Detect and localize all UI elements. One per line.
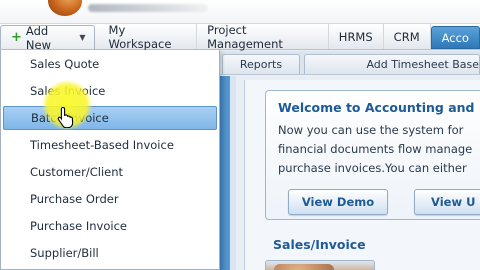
nav-item-my-workspace[interactable]: My Workspace xyxy=(95,23,198,51)
add-new-button[interactable]: + Add New ▼ xyxy=(0,23,95,52)
logo-text xyxy=(88,4,208,12)
nav-item-project-management[interactable]: Project Management xyxy=(197,23,329,51)
thumbnail-image xyxy=(274,264,334,270)
menu-item-sales-quote[interactable]: Sales Quote xyxy=(3,52,217,76)
chevron-down-icon: ▼ xyxy=(79,33,86,42)
menu-item-batch-invoice[interactable]: Batch Invoice xyxy=(3,106,217,130)
menu-item-customer-client[interactable]: Customer/Client xyxy=(3,160,217,184)
add-new-dropdown-menu: Sales Quote Sales Invoice Batch Invoice … xyxy=(0,50,220,270)
main-nav-bar: + Add New ▼ My Workspace Project Managem… xyxy=(0,23,480,52)
section-title-sales-invoice: Sales/Invoice xyxy=(273,237,366,252)
welcome-line: purchase invoices.You can either xyxy=(278,161,467,175)
welcome-line: Now you can use the system for xyxy=(278,123,464,137)
menu-item-supplier-bill[interactable]: Supplier/Bill xyxy=(3,241,217,265)
welcome-panel: Welcome to Accounting and I Now you can … xyxy=(265,90,480,220)
hand-pointer-icon xyxy=(57,106,74,128)
welcome-line: financial documents flow manage xyxy=(278,142,473,156)
menu-item-purchase-order[interactable]: Purchase Order xyxy=(3,187,217,211)
plus-icon: + xyxy=(11,30,22,45)
nav-item-accounting[interactable]: Acco xyxy=(430,26,480,49)
side-panel-strip xyxy=(218,76,236,270)
main-content: Welcome to Accounting and I Now you can … xyxy=(244,80,480,270)
nav-item-crm[interactable]: CRM xyxy=(384,24,431,49)
company-logo xyxy=(48,0,82,16)
top-banner xyxy=(0,0,480,24)
tab-reports[interactable]: Reports xyxy=(222,54,300,74)
sales-invoice-thumbnail[interactable] xyxy=(265,260,375,270)
sub-nav-bar: Reports Add Timesheet Base xyxy=(218,51,480,75)
nav-item-hrms[interactable]: HRMS xyxy=(329,24,384,49)
menu-item-purchase-invoice[interactable]: Purchase Invoice xyxy=(3,214,217,238)
menu-item-sales-invoice[interactable]: Sales Invoice xyxy=(3,79,217,103)
view-demo-button[interactable]: View Demo xyxy=(288,189,388,215)
welcome-text: Now you can use the system for financial… xyxy=(278,121,480,178)
welcome-title: Welcome to Accounting and I xyxy=(278,100,480,115)
add-new-label: Add New xyxy=(25,23,51,52)
tab-add-timesheet-based[interactable]: Add Timesheet Base xyxy=(304,54,480,74)
view-user-guide-button[interactable]: View U xyxy=(414,189,480,215)
menu-item-timesheet-based-invoice[interactable]: Timesheet-Based Invoice xyxy=(3,133,217,157)
